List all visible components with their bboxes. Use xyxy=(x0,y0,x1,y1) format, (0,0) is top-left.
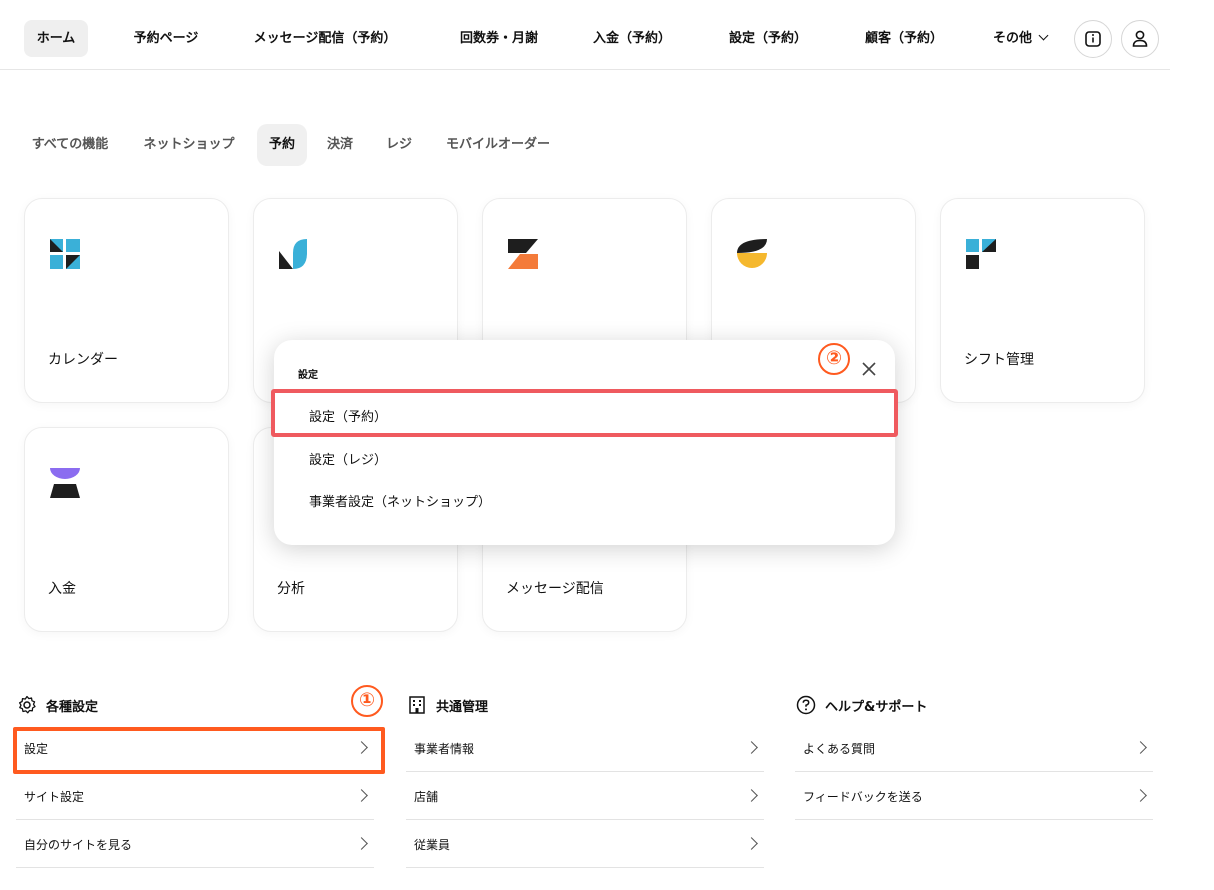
common-row-business-info[interactable]: 事業者情報 xyxy=(406,724,764,772)
chevron-right-icon xyxy=(1134,789,1147,802)
account-button[interactable] xyxy=(1121,20,1159,58)
nav-message-delivery[interactable]: メッセージ配信（予約） xyxy=(240,20,410,57)
row-label: 事業者情報 xyxy=(414,742,475,756)
app-card-label: メッセージ配信 xyxy=(506,581,604,597)
row-label: フィードバックを送る xyxy=(803,790,923,804)
nav-deposit[interactable]: 入金（予約） xyxy=(582,20,682,57)
settings-row-site-settings[interactable]: サイト設定 xyxy=(16,772,374,820)
nav-home[interactable]: ホーム xyxy=(24,20,88,57)
app-card-label: 分析 xyxy=(277,581,305,597)
question-icon xyxy=(796,695,816,715)
info-button[interactable] xyxy=(1074,20,1112,58)
tab-all-features[interactable]: すべての機能 xyxy=(24,124,116,166)
section-settings-header: 各種設定 xyxy=(16,694,98,716)
section-settings-title: 各種設定 xyxy=(46,699,99,715)
gear-icon xyxy=(18,695,36,714)
popup-title: 設定 xyxy=(298,370,318,381)
close-icon[interactable] xyxy=(858,358,880,380)
chevron-down-icon xyxy=(1038,30,1049,41)
section-help-header: ヘルプ&サポート xyxy=(795,694,927,716)
k-app-icon xyxy=(279,239,307,269)
row-label: サイト設定 xyxy=(24,790,85,804)
highlight-box-2 xyxy=(271,389,898,437)
nav-tickets[interactable]: 回数券・月謝 xyxy=(448,20,550,57)
chevron-right-icon xyxy=(355,837,368,850)
tab-mobile-order[interactable]: モバイルオーダー xyxy=(436,124,560,166)
z-app-icon xyxy=(508,239,538,269)
app-card-shift[interactable]: シフト管理 xyxy=(940,198,1145,403)
nav-more[interactable]: その他 xyxy=(982,20,1058,57)
popup-item-settings-register[interactable]: 設定（レジ） xyxy=(309,449,387,468)
chevron-right-icon xyxy=(745,789,758,802)
step-marker-2: ② xyxy=(818,343,850,375)
calendar-app-icon xyxy=(50,239,80,269)
nav-reservation-page[interactable]: 予約ページ xyxy=(118,20,214,57)
common-row-store[interactable]: 店舗 xyxy=(406,772,764,820)
highlight-box-1 xyxy=(13,727,385,774)
chevron-right-icon xyxy=(745,837,758,850)
row-label: よくある質問 xyxy=(803,742,876,756)
payment-app-icon xyxy=(50,468,80,498)
section-common-title: 共通管理 xyxy=(436,699,489,715)
section-help-title: ヘルプ&サポート xyxy=(825,699,928,715)
top-nav: ホーム 予約ページ メッセージ配信（予約） 回数券・月謝 入金（予約） 設定（予… xyxy=(0,0,1170,70)
settings-row-view-site[interactable]: 自分のサイトを見る xyxy=(16,820,374,868)
building-icon xyxy=(409,696,425,714)
row-label: 店舗 xyxy=(414,790,439,804)
app-card-label: カレンダー xyxy=(48,352,118,368)
step-marker-1: ① xyxy=(351,685,383,717)
popup-item-business-settings[interactable]: 事業者設定（ネットショップ） xyxy=(309,491,491,510)
nav-customers[interactable]: 顧客（予約） xyxy=(854,20,954,57)
tab-net-shop[interactable]: ネットショップ xyxy=(136,124,242,166)
settings-popup: 設定 設定（予約） 設定（レジ） 事業者設定（ネットショップ） xyxy=(274,340,895,545)
row-label: 自分のサイトを見る xyxy=(24,838,133,852)
help-row-faq[interactable]: よくある質問 xyxy=(795,724,1153,772)
app-card-label: 入金 xyxy=(48,581,76,597)
tab-reservation[interactable]: 予約 xyxy=(257,124,307,166)
half-circle-app-icon xyxy=(737,239,767,268)
app-card-calendar[interactable]: カレンダー xyxy=(24,198,229,403)
tab-payment[interactable]: 決済 xyxy=(318,124,362,166)
tab-register[interactable]: レジ xyxy=(378,124,420,166)
help-row-feedback[interactable]: フィードバックを送る xyxy=(795,772,1153,820)
user-icon xyxy=(1132,30,1148,47)
common-row-staff[interactable]: 従業員 xyxy=(406,820,764,868)
nav-settings[interactable]: 設定（予約） xyxy=(718,20,818,57)
section-common-header: 共通管理 xyxy=(406,694,488,716)
chevron-right-icon xyxy=(1134,741,1147,754)
nav-more-label: その他 xyxy=(992,31,1032,46)
app-card-deposit[interactable]: 入金 xyxy=(24,427,229,632)
chevron-right-icon xyxy=(355,789,368,802)
app-card-label: シフト管理 xyxy=(964,352,1034,368)
shift-app-icon xyxy=(966,239,996,269)
chevron-right-icon xyxy=(745,741,758,754)
row-label: 従業員 xyxy=(414,838,451,852)
info-icon xyxy=(1085,31,1101,47)
